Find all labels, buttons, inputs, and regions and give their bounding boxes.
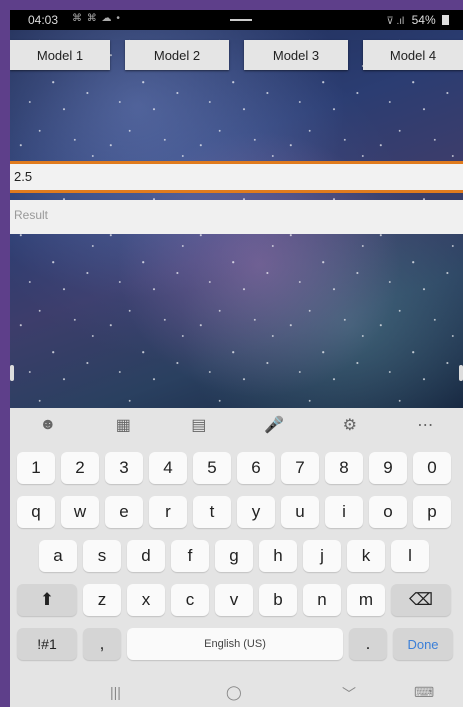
bottom-letter-row: ⬆ z x c v b n m ⌫ xyxy=(10,584,463,616)
back-icon[interactable]: ﹀ xyxy=(342,684,356,704)
model-2-button[interactable]: Model 2 xyxy=(125,40,229,70)
key-v[interactable]: v xyxy=(215,584,253,616)
navigation-bar: ||| ◯ ﹀ ⌨ xyxy=(10,680,463,707)
key-j[interactable]: j xyxy=(303,540,341,572)
period-key[interactable]: . xyxy=(349,628,387,660)
app-content: Model 1 Model 2 Model 3 Model 4 2.5 Resu… xyxy=(10,30,463,408)
model-3-button[interactable]: Model 3 xyxy=(244,40,348,70)
key-u[interactable]: u xyxy=(281,496,319,528)
key-8[interactable]: 8 xyxy=(325,452,363,484)
key-m[interactable]: m xyxy=(347,584,385,616)
key-y[interactable]: y xyxy=(237,496,275,528)
settings-icon[interactable]: ⚙ xyxy=(335,415,365,435)
mic-icon[interactable]: 🎤 xyxy=(259,415,289,435)
keyboard-toolbar: ☻ ▦ ▤ 🎤 ⚙ ⋯ xyxy=(10,408,463,442)
key-x[interactable]: x xyxy=(127,584,165,616)
status-divider xyxy=(230,19,252,21)
model-1-button[interactable]: Model 1 xyxy=(10,40,110,70)
key-1[interactable]: 1 xyxy=(17,452,55,484)
notification-icons: ⌘ ⌘ ☁ • xyxy=(72,13,121,24)
status-time: 04:03 xyxy=(28,13,59,27)
keyboard-switch-icon[interactable]: ⌨ xyxy=(414,684,434,701)
key-a[interactable]: a xyxy=(39,540,77,572)
key-e[interactable]: e xyxy=(105,496,143,528)
key-2[interactable]: 2 xyxy=(61,452,99,484)
key-7[interactable]: 7 xyxy=(281,452,319,484)
space-key[interactable]: English (US) xyxy=(127,628,343,660)
key-z[interactable]: z xyxy=(83,584,121,616)
model-4-button[interactable]: Model 4 xyxy=(363,40,463,70)
key-q[interactable]: q xyxy=(17,496,55,528)
key-5[interactable]: 5 xyxy=(193,452,231,484)
key-0[interactable]: 0 xyxy=(413,452,451,484)
left-edge-handle[interactable] xyxy=(10,365,14,381)
key-o[interactable]: o xyxy=(369,496,407,528)
key-9[interactable]: 9 xyxy=(369,452,407,484)
battery-percent: 54% xyxy=(411,13,436,27)
key-6[interactable]: 6 xyxy=(237,452,275,484)
key-f[interactable]: f xyxy=(171,540,209,572)
value-input[interactable]: 2.5 xyxy=(10,161,463,193)
symbols-key[interactable]: !#1 xyxy=(17,628,77,660)
home-icon[interactable]: ◯ xyxy=(226,684,242,701)
key-p[interactable]: p xyxy=(413,496,451,528)
backspace-key[interactable]: ⌫ xyxy=(391,584,451,616)
done-key[interactable]: Done xyxy=(393,628,453,660)
number-row: 1 2 3 4 5 6 7 8 9 0 xyxy=(10,452,463,484)
result-field: Result xyxy=(10,200,463,234)
key-g[interactable]: g xyxy=(215,540,253,572)
space-row: !#1 , English (US) . Done xyxy=(10,628,463,660)
key-3[interactable]: 3 xyxy=(105,452,143,484)
key-k[interactable]: k xyxy=(347,540,385,572)
model-tabs: Model 1 Model 2 Model 3 Model 4 xyxy=(10,40,463,70)
key-t[interactable]: t xyxy=(193,496,231,528)
right-edge-handle[interactable] xyxy=(459,365,463,381)
top-letter-row: q w e r t y u i o p xyxy=(10,496,463,528)
key-h[interactable]: h xyxy=(259,540,297,572)
key-c[interactable]: c xyxy=(171,584,209,616)
more-icon[interactable]: ⋯ xyxy=(410,415,440,435)
key-r[interactable]: r xyxy=(149,496,187,528)
recent-apps-icon[interactable]: ||| xyxy=(110,684,121,700)
key-n[interactable]: n xyxy=(303,584,341,616)
comma-key[interactable]: , xyxy=(83,628,121,660)
key-b[interactable]: b xyxy=(259,584,297,616)
key-d[interactable]: d xyxy=(127,540,165,572)
key-w[interactable]: w xyxy=(61,496,99,528)
battery-icon xyxy=(442,15,449,25)
status-right: ⊽ .ıl 54% xyxy=(386,13,449,27)
key-s[interactable]: s xyxy=(83,540,121,572)
soft-keyboard: ☻ ▦ ▤ 🎤 ⚙ ⋯ 1 2 3 4 5 6 7 8 9 0 q w e r … xyxy=(10,408,463,680)
signal-icon: ⊽ .ıl xyxy=(386,16,405,27)
status-bar: 04:03 ⌘ ⌘ ☁ • ⊽ .ıl 54% xyxy=(10,10,463,30)
clipboard-icon[interactable]: ▤ xyxy=(184,415,214,435)
emoji-icon[interactable]: ☻ xyxy=(33,416,63,434)
phone-screen: 04:03 ⌘ ⌘ ☁ • ⊽ .ıl 54% Model 1 Model 2 … xyxy=(10,10,463,707)
sticker-icon[interactable]: ▦ xyxy=(108,415,138,435)
key-l[interactable]: l xyxy=(391,540,429,572)
middle-letter-row: a s d f g h j k l xyxy=(10,540,463,572)
shift-key[interactable]: ⬆ xyxy=(17,584,77,616)
key-4[interactable]: 4 xyxy=(149,452,187,484)
key-i[interactable]: i xyxy=(325,496,363,528)
